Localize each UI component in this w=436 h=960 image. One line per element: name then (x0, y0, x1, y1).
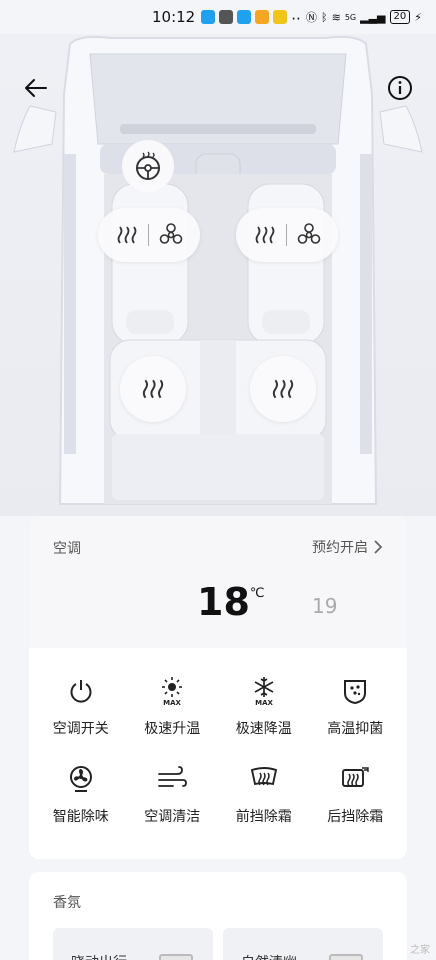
seat-fan-icon[interactable] (159, 223, 183, 247)
schedule-button[interactable]: 预约开启 (312, 537, 383, 557)
chevron-right-icon (374, 540, 383, 554)
fragrance-option[interactable]: 晓动出行 (53, 928, 213, 960)
ac-item-label: 空调清洁 (144, 809, 201, 825)
ac-item-label: 极速降温 (235, 721, 292, 737)
status-time: 10:12 (152, 8, 196, 26)
current-temperature[interactable]: 18℃ (197, 580, 265, 624)
fragrance-card: 香氛 晓动出行 自然清幽 (29, 872, 407, 960)
battery-level: 20 (389, 10, 411, 24)
fan-deodorize-icon (69, 766, 92, 792)
fragrance-toggle[interactable] (329, 954, 363, 960)
app-notification-icon (255, 10, 270, 24)
ac-header: 空调 预约开启 18℃ 19 (29, 516, 407, 648)
svg-text:MAX: MAX (163, 699, 181, 706)
watermark: 之家 (410, 945, 430, 956)
ac-power-button[interactable]: 空调开关 (35, 676, 127, 738)
car-illustration (13, 35, 423, 505)
more-icon: ·· (291, 10, 301, 28)
rapid-heat-button[interactable]: MAX 极速升温 (127, 676, 219, 738)
status-indicators: Ⓝ ᛒ ≋ 5G ▂▃▅ 20 ⚡ (306, 9, 422, 25)
bluetooth-icon: ᛒ (321, 10, 328, 24)
fragrance-label: 晓动出行 (71, 952, 127, 960)
fragrance-label: 自然清幽 (241, 952, 297, 960)
ac-card: 空调 预约开启 18℃ 19 空调开关 MAX 极速升温 MAX 极速降温 高温… (29, 516, 407, 859)
ac-item-label: 智能除味 (52, 809, 109, 825)
high-temp-sterilize-button[interactable]: 高温抑菌 (310, 676, 402, 738)
car-top-view (0, 34, 436, 516)
arrow-left-icon (25, 79, 47, 97)
rear-defrost-icon (342, 767, 369, 787)
network-type: 5G (344, 12, 357, 22)
rear-right-seat-heat-button[interactable] (250, 356, 316, 422)
info-icon (388, 76, 412, 100)
snowflake-max-icon: MAX (254, 677, 273, 706)
smart-deodorize-button[interactable]: 智能除味 (35, 764, 127, 826)
rapid-cool-button[interactable]: MAX 极速降温 (218, 676, 310, 738)
seat-heat-icon (142, 379, 164, 399)
ac-item-label: 后挡除霜 (327, 809, 384, 825)
ac-title: 空调 (53, 541, 81, 557)
app-notification-icon (237, 10, 252, 24)
front-left-seat-controls (98, 208, 200, 262)
wind-icon (158, 766, 188, 787)
ac-function-grid: 空调开关 MAX 极速升温 MAX 极速降温 高温抑菌 智能除味 空调清洁 前挡… (29, 648, 407, 826)
fragrance-toggle[interactable] (159, 954, 193, 960)
ac-item-label: 高温抑菌 (327, 721, 384, 737)
info-button[interactable] (384, 72, 416, 104)
power-icon (70, 680, 92, 703)
charging-icon: ⚡ (414, 10, 422, 24)
nfc-icon: Ⓝ (306, 11, 318, 24)
rear-left-seat-heat-button[interactable] (120, 356, 186, 422)
rear-defrost-button[interactable]: 后挡除霜 (310, 764, 402, 826)
ac-item-label: 空调开关 (52, 721, 109, 737)
divider (148, 224, 150, 246)
front-defrost-button[interactable]: 前挡除霜 (218, 764, 310, 826)
ac-clean-button[interactable]: 空调清洁 (127, 764, 219, 826)
schedule-label: 预约开启 (312, 540, 368, 556)
signal-icon: ▂▃▅ (360, 10, 386, 24)
temperature-unit: ℃ (249, 586, 265, 601)
seat-heat-icon (272, 379, 294, 399)
steering-wheel-heat-icon (136, 151, 160, 180)
sun-max-icon: MAX (162, 677, 183, 706)
next-temperature[interactable]: 19 (312, 594, 337, 618)
front-defrost-icon (250, 767, 277, 786)
mail-notification-icon (219, 10, 234, 24)
ac-item-label: 前挡除霜 (235, 809, 292, 825)
app-notification-icon (201, 10, 216, 24)
svg-text:MAX: MAX (255, 699, 273, 706)
temperature-value: 18 (197, 580, 250, 624)
seat-heat-icon[interactable] (115, 223, 139, 247)
front-right-seat-controls (236, 208, 338, 262)
sterilize-icon (344, 680, 367, 705)
status-bar: 10:12 ·· Ⓝ ᛒ ≋ 5G ▂▃▅ 20 ⚡ (0, 0, 436, 34)
fragrance-option[interactable]: 自然清幽 (223, 928, 383, 960)
steering-wheel-heat-button[interactable] (122, 140, 174, 192)
app-notification-icon (273, 10, 288, 24)
back-button[interactable] (20, 72, 52, 104)
seat-heat-icon[interactable] (253, 223, 277, 247)
ac-item-label: 极速升温 (144, 721, 201, 737)
wifi-icon: ≋ (331, 10, 341, 24)
seat-fan-icon[interactable] (297, 223, 321, 247)
divider (286, 224, 288, 246)
fragrance-title: 香氛 (53, 895, 81, 911)
